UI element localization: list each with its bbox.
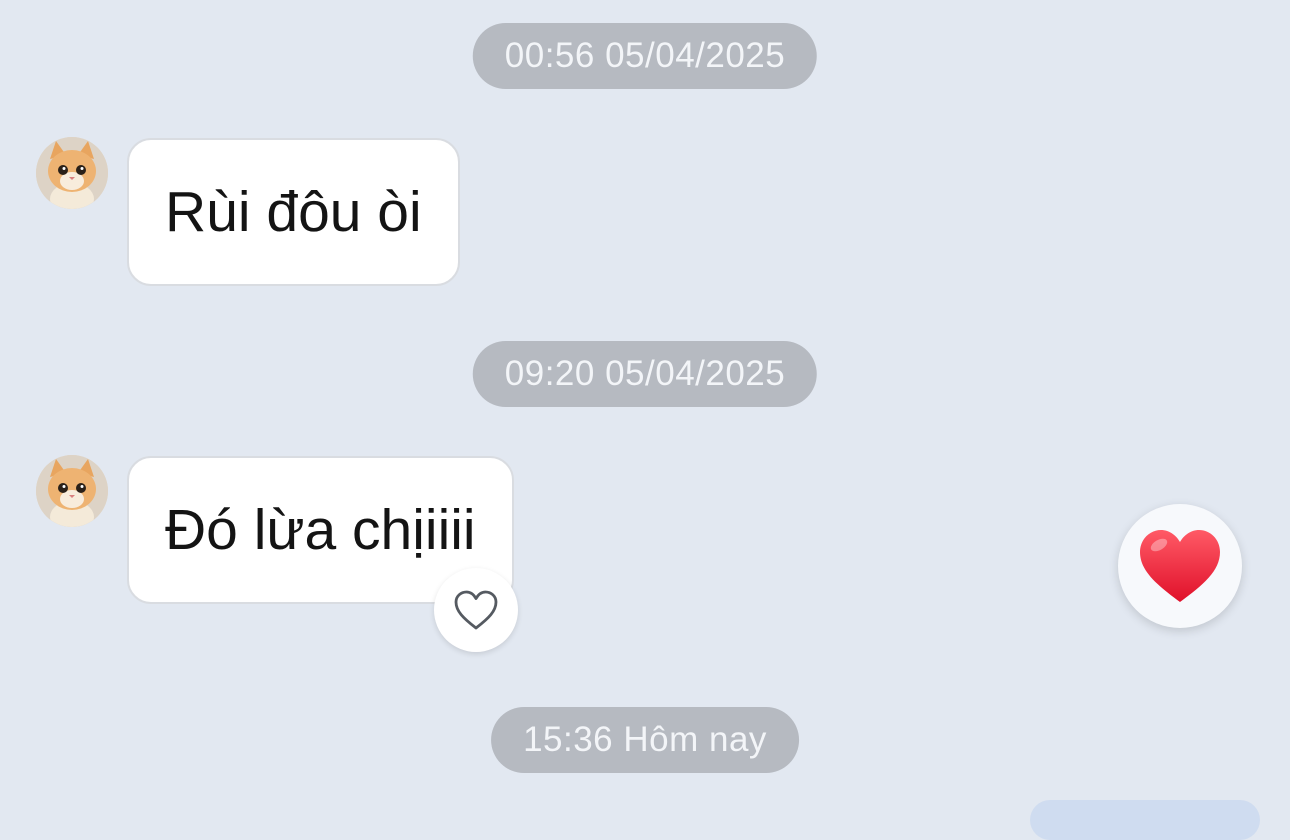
outgoing-message-bubble-partial[interactable]: [1030, 800, 1260, 840]
timestamp-pill: 09:20 05/04/2025: [472, 341, 818, 407]
timestamp-pill: 15:36 Hôm nay: [491, 707, 799, 773]
quick-reaction-heart-button[interactable]: [1118, 504, 1242, 628]
red-heart-icon: [1140, 530, 1220, 602]
heart-outline-icon: [454, 590, 498, 630]
reaction-button[interactable]: [434, 568, 518, 652]
kitten-avatar-image: [36, 137, 108, 209]
timestamp-pill: 00:56 05/04/2025: [472, 23, 818, 89]
kitten-avatar-image: [36, 455, 108, 527]
message-bubble[interactable]: Rùi đôu òi: [127, 138, 460, 286]
kitten-avatar[interactable]: [36, 137, 108, 209]
chat-thread: 00:56 05/04/2025 Rùi đôu òi 09:20 05/04/…: [0, 0, 1290, 840]
kitten-avatar[interactable]: [36, 455, 108, 527]
